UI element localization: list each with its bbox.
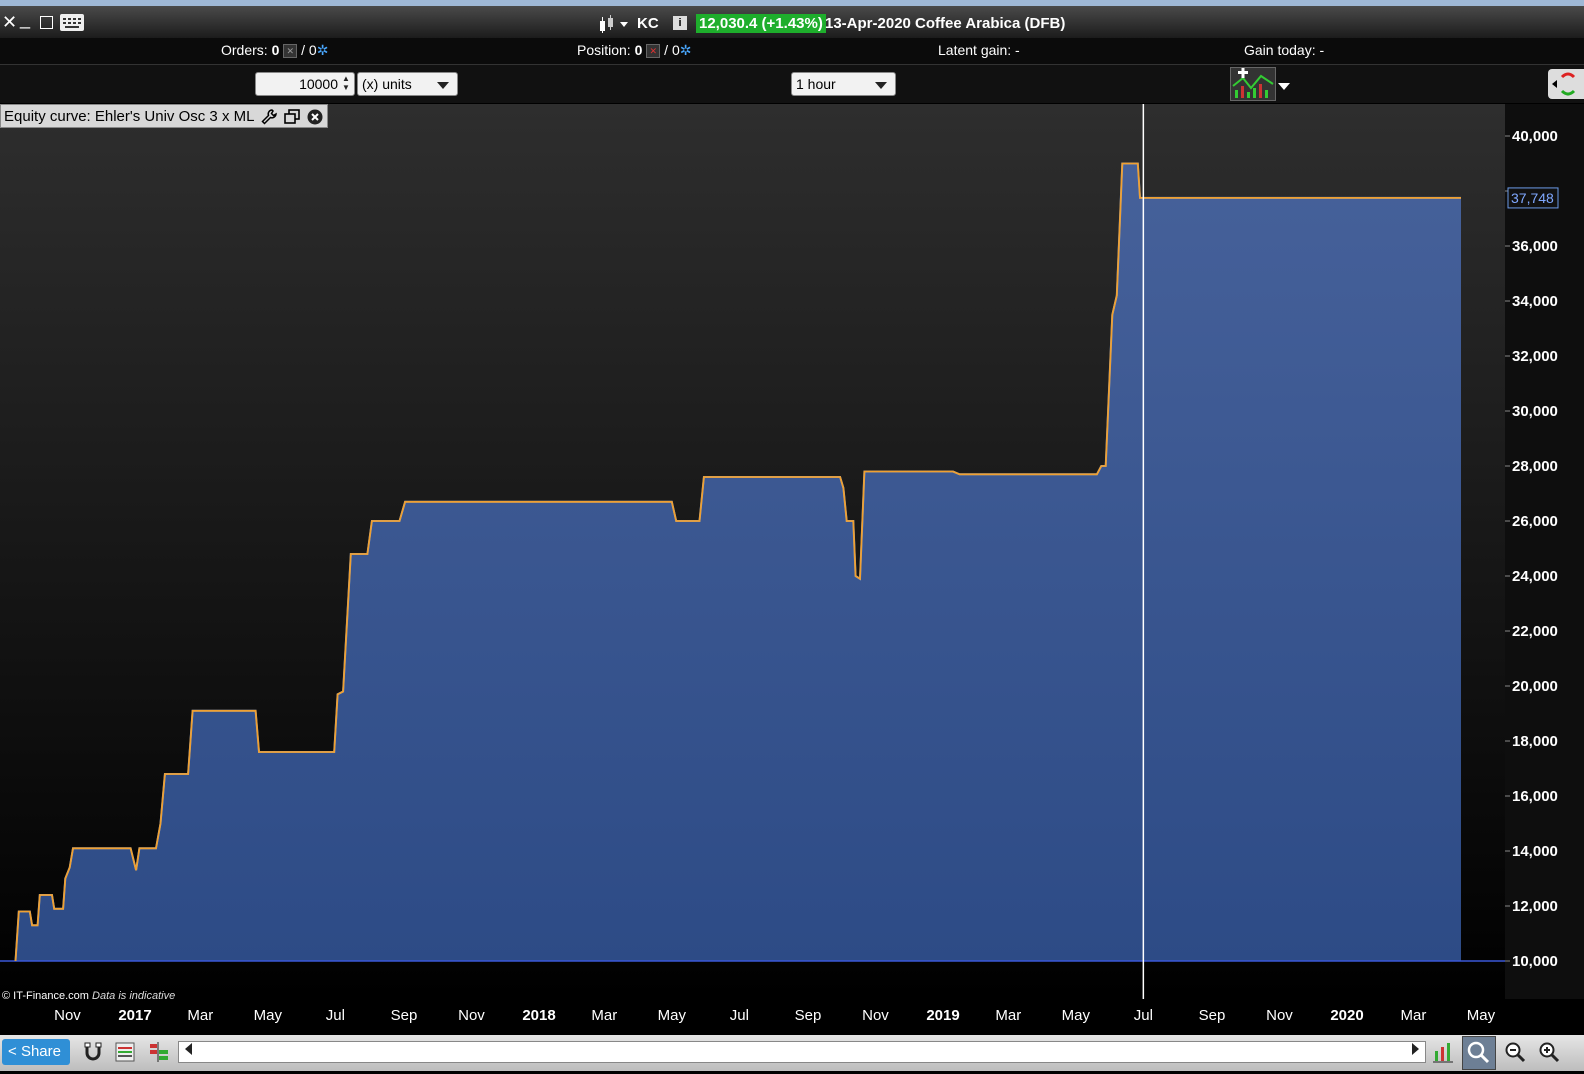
y-tick-label: 24,000	[1512, 568, 1558, 585]
units-select[interactable]: (x) units	[357, 72, 458, 96]
x-tick-label: Sep	[390, 1007, 418, 1024]
symbol-label: KC	[637, 15, 659, 32]
gain-today: Gain today: -	[1244, 42, 1325, 58]
minimize-window-icon[interactable]: _	[20, 9, 30, 30]
x-tick-label: Nov	[1266, 1007, 1293, 1024]
x-tick-label: Jul	[729, 1007, 749, 1024]
y-tick-label: 10,000	[1512, 953, 1558, 970]
current-value-label: 37,748	[1511, 190, 1554, 206]
x-tick-label: Mar	[995, 1007, 1022, 1024]
keyboard-icon[interactable]	[60, 14, 84, 31]
x-tick-label: Nov	[862, 1007, 889, 1024]
y-tick-label: 40,000	[1512, 128, 1558, 145]
x-axis: Nov 2017 Mar May Jul Sep Nov 2018 Mar May Jul Sep No…	[0, 999, 1584, 1035]
orders-label: Orders:	[221, 42, 268, 58]
zoom-in-icon[interactable]	[1538, 1041, 1560, 1063]
zoom-tool-button[interactable]	[1462, 1036, 1496, 1070]
chart-trend-icon[interactable]	[1432, 1041, 1454, 1063]
indicator-icon	[1232, 68, 1274, 98]
table-view-icon[interactable]	[114, 1041, 136, 1063]
position-settings-icon[interactable]: ✲	[680, 42, 692, 58]
y-tick-label: 22,000	[1512, 623, 1558, 640]
order-book-icon[interactable]	[148, 1041, 170, 1063]
chart-title-panel[interactable]: Equity curve: Ehler's Univ Osc 3 x ML	[0, 104, 329, 128]
candlestick-icon[interactable]	[598, 15, 630, 38]
x-tick-label: Mar	[187, 1007, 214, 1024]
timeframe-value: 1 hour	[796, 76, 836, 92]
chevron-down-icon	[875, 82, 887, 89]
latent-gain: Latent gain: -	[938, 42, 1020, 58]
indicator-menu-chevron-icon[interactable]	[1278, 83, 1290, 90]
position-label: Position:	[577, 42, 631, 58]
x-tick-label: May	[657, 1007, 686, 1024]
timeframe-select[interactable]: 1 hour	[791, 72, 896, 96]
order-toolbar: 10000 ▲ ▼ (x) units 1 hour	[0, 65, 1584, 103]
y-tick-label: 20,000	[1512, 678, 1558, 695]
status-bar: Orders: 0 ✕ / 0✲ Position: 0 ✕ / 0✲ Late…	[0, 38, 1584, 65]
scroll-right-icon[interactable]	[1412, 1043, 1419, 1055]
position-count: 0	[634, 42, 643, 58]
x-tick-label: 2020	[1330, 1007, 1364, 1024]
zoom-out-icon[interactable]	[1504, 1041, 1526, 1063]
x-tick-label: 2018	[522, 1007, 556, 1024]
y-tick-label: 36,000	[1512, 238, 1558, 255]
chart-title: Equity curve: Ehler's Univ Osc 3 x ML	[4, 108, 254, 125]
quantity-stepper-icon[interactable]: ▲ ▼	[342, 74, 350, 92]
window-title-bar: ✕ _ KC i 12,030.4 (+1.43%) 13-Apr-2020 C…	[0, 0, 1584, 38]
x-tick-label: Sep	[794, 1007, 822, 1024]
x-tick-label: 2017	[118, 1007, 152, 1024]
cancel-orders-icon[interactable]: ✕	[283, 44, 298, 59]
x-tick-label: Jul	[1133, 1007, 1153, 1024]
x-tick-label: Mar	[591, 1007, 618, 1024]
chevron-down-icon	[437, 82, 449, 89]
magnet-icon[interactable]	[82, 1041, 104, 1063]
x-tick-label: Nov	[458, 1007, 485, 1024]
wrench-icon[interactable]	[261, 109, 277, 125]
price-badge: 12,030.4 (+1.43%)	[696, 14, 826, 33]
y-tick-label: 14,000	[1512, 843, 1558, 860]
chart-horizontal-scrollbar[interactable]	[178, 1041, 1426, 1063]
y-tick-label: 26,000	[1512, 513, 1558, 530]
units-select-value: (x) units	[362, 76, 412, 92]
y-tick-label: 30,000	[1512, 403, 1558, 420]
units-quantity-input[interactable]: 10000	[255, 72, 355, 96]
orders-count: 0	[271, 42, 280, 58]
orders-total: / 0	[301, 42, 317, 58]
info-icon[interactable]: i	[673, 16, 687, 30]
x-tick-label: 2019	[926, 1007, 960, 1024]
equity-curve-plot[interactable]: 10,000 12,000 14,000 16,000 18,000 20,000 22,0…	[0, 104, 1584, 999]
bottom-toolbar: < Share	[0, 1035, 1584, 1071]
y-tick-label: 16,000	[1512, 788, 1558, 805]
add-indicator-button[interactable]	[1230, 67, 1276, 101]
side-panel-toggle-icon[interactable]	[1548, 69, 1584, 99]
x-tick-label: May	[1466, 1007, 1496, 1024]
scroll-left-icon[interactable]	[185, 1043, 192, 1055]
share-button[interactable]: < Share	[2, 1039, 70, 1065]
position-total: / 0	[664, 42, 680, 58]
x-tick-label: May	[1061, 1007, 1090, 1024]
y-tick-label: 34,000	[1512, 293, 1558, 310]
close-position-icon[interactable]: ✕	[646, 44, 661, 59]
x-tick-label: May	[253, 1007, 282, 1024]
detach-window-icon[interactable]	[284, 109, 301, 125]
maximize-window-icon[interactable]	[40, 16, 53, 29]
magnifier-icon	[1467, 1041, 1490, 1064]
share-label: Share	[20, 1043, 61, 1060]
instrument-title: 13-Apr-2020 Coffee Arabica (DFB)	[825, 15, 1066, 32]
share-icon: <	[8, 1043, 17, 1060]
y-tick-label: 28,000	[1512, 458, 1558, 475]
close-chart-icon[interactable]	[307, 109, 323, 125]
x-tick-label: Jul	[325, 1007, 345, 1024]
orders-settings-icon[interactable]: ✲	[317, 42, 329, 58]
position-status: Position: 0 ✕ / 0✲	[577, 42, 691, 59]
x-tick-label: Sep	[1198, 1007, 1226, 1024]
orders-status: Orders: 0 ✕ / 0✲	[221, 42, 328, 59]
y-tick-label: 18,000	[1512, 733, 1558, 750]
chart-area[interactable]: 10,000 12,000 14,000 16,000 18,000 20,000 22,0…	[0, 104, 1584, 1002]
y-tick-label: 12,000	[1512, 898, 1558, 915]
x-tick-label: Nov	[54, 1007, 81, 1024]
x-tick-label: Mar	[1400, 1007, 1427, 1024]
close-window-icon[interactable]: ✕	[2, 12, 17, 33]
y-tick-label: 32,000	[1512, 348, 1558, 365]
